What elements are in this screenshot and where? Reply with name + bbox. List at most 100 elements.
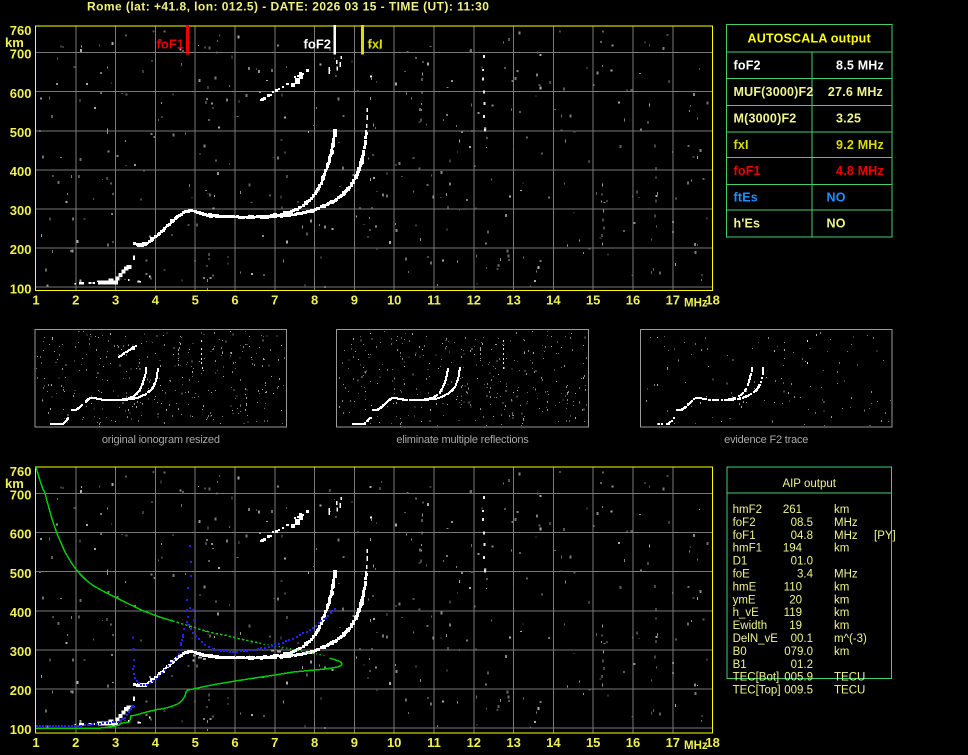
svg-text:400: 400 bbox=[10, 164, 32, 179]
svg-text:7: 7 bbox=[271, 293, 278, 308]
svg-text:13: 13 bbox=[506, 293, 520, 308]
svg-text:AIP output: AIP output bbox=[782, 478, 836, 490]
svg-text:DelN_vE: DelN_vE bbox=[733, 633, 779, 645]
svg-text:9: 9 bbox=[351, 293, 358, 308]
svg-text:1: 1 bbox=[32, 293, 39, 308]
svg-text:19: 19 bbox=[789, 620, 802, 632]
svg-text:foF2: foF2 bbox=[734, 58, 761, 72]
svg-text:km: km bbox=[834, 543, 849, 555]
svg-text:km: km bbox=[834, 581, 849, 593]
svg-text:2: 2 bbox=[72, 735, 79, 750]
svg-text:foF2: foF2 bbox=[304, 37, 331, 52]
svg-text:04.8: 04.8 bbox=[791, 530, 813, 542]
svg-text:01.0: 01.0 bbox=[791, 556, 813, 568]
svg-text:MHz: MHz bbox=[684, 298, 708, 310]
svg-text:3: 3 bbox=[112, 735, 119, 750]
svg-text:10: 10 bbox=[387, 735, 401, 750]
svg-text:4: 4 bbox=[152, 293, 160, 308]
svg-text:foF1: foF1 bbox=[734, 164, 761, 178]
svg-text:600: 600 bbox=[10, 86, 32, 101]
svg-text:hmE: hmE bbox=[733, 581, 757, 593]
svg-text:Rome (lat: +41.8, lon: 012.5): Rome (lat: +41.8, lon: 012.5) - DATE: 20… bbox=[87, 0, 489, 14]
svg-text:300: 300 bbox=[10, 644, 32, 659]
svg-text:100: 100 bbox=[10, 722, 32, 737]
svg-text:4.8 MHz: 4.8 MHz bbox=[836, 164, 884, 178]
svg-text:9.2 MHz: 9.2 MHz bbox=[836, 138, 884, 152]
svg-text:ymE: ymE bbox=[733, 594, 756, 606]
svg-text:TEC[Bot]: TEC[Bot] bbox=[733, 672, 780, 684]
svg-text:5: 5 bbox=[192, 735, 199, 750]
svg-text:009.5: 009.5 bbox=[784, 685, 813, 697]
svg-text:km: km bbox=[834, 607, 849, 619]
svg-text:10: 10 bbox=[387, 293, 401, 308]
svg-text:km: km bbox=[5, 35, 24, 50]
svg-text:6: 6 bbox=[231, 735, 238, 750]
svg-text:fxI: fxI bbox=[368, 37, 383, 52]
svg-text:2: 2 bbox=[72, 293, 79, 308]
svg-text:00.1: 00.1 bbox=[791, 633, 813, 645]
svg-text:MUF(3000)F2: MUF(3000)F2 bbox=[734, 85, 814, 99]
svg-text:km: km bbox=[834, 646, 849, 658]
svg-text:11: 11 bbox=[427, 293, 441, 308]
svg-text:h_vE: h_vE bbox=[733, 607, 760, 619]
svg-text:fxI: fxI bbox=[734, 138, 749, 152]
svg-text:eliminate multiple reflections: eliminate multiple reflections bbox=[396, 434, 529, 446]
svg-text:194: 194 bbox=[783, 543, 803, 555]
svg-text:005.9: 005.9 bbox=[784, 672, 813, 684]
svg-text:15: 15 bbox=[586, 293, 600, 308]
svg-text:foF2: foF2 bbox=[733, 517, 756, 529]
svg-text:400: 400 bbox=[10, 605, 32, 620]
svg-text:16: 16 bbox=[626, 735, 640, 750]
svg-text:8: 8 bbox=[311, 735, 318, 750]
svg-text:3.4: 3.4 bbox=[797, 569, 814, 581]
svg-text:TEC[Top]: TEC[Top] bbox=[733, 685, 781, 697]
svg-text:15: 15 bbox=[586, 735, 600, 750]
svg-text:foF1: foF1 bbox=[157, 37, 184, 52]
svg-text:079.0: 079.0 bbox=[784, 646, 813, 658]
svg-text:TECU: TECU bbox=[834, 672, 865, 684]
svg-text:km: km bbox=[834, 620, 849, 632]
svg-text:km: km bbox=[5, 476, 24, 491]
svg-text:110: 110 bbox=[784, 581, 802, 593]
svg-text:m^(-3): m^(-3) bbox=[834, 633, 867, 645]
svg-text:20: 20 bbox=[789, 594, 802, 606]
svg-text:200: 200 bbox=[10, 683, 32, 698]
svg-text:original ionogram resized: original ionogram resized bbox=[102, 434, 220, 446]
svg-text:MHz: MHz bbox=[834, 517, 858, 529]
svg-text:B1: B1 bbox=[733, 659, 747, 671]
svg-text:300: 300 bbox=[10, 203, 32, 218]
svg-text:MHz: MHz bbox=[834, 569, 858, 581]
svg-text:13: 13 bbox=[506, 735, 520, 750]
svg-text:200: 200 bbox=[10, 242, 32, 257]
svg-text:500: 500 bbox=[10, 566, 32, 581]
svg-text:12: 12 bbox=[467, 293, 481, 308]
svg-text:500: 500 bbox=[10, 125, 32, 140]
svg-text:119: 119 bbox=[784, 607, 802, 619]
svg-text:17: 17 bbox=[666, 293, 680, 308]
svg-text:MHz: MHz bbox=[684, 740, 708, 752]
svg-text:[PY]: [PY] bbox=[874, 530, 896, 542]
svg-text:12: 12 bbox=[467, 735, 481, 750]
svg-text:27.6 MHz: 27.6 MHz bbox=[828, 85, 883, 99]
svg-text:01.2: 01.2 bbox=[791, 659, 813, 671]
svg-text:AUTOSCALA output: AUTOSCALA output bbox=[748, 32, 872, 46]
svg-text:08.5: 08.5 bbox=[791, 517, 813, 529]
svg-text:7: 7 bbox=[271, 735, 278, 750]
svg-text:M(3000)F2: M(3000)F2 bbox=[734, 112, 797, 126]
svg-text:MHz: MHz bbox=[834, 530, 858, 542]
svg-text:600: 600 bbox=[10, 527, 32, 542]
svg-text:km: km bbox=[834, 504, 849, 516]
svg-text:8.5 MHz: 8.5 MHz bbox=[836, 58, 884, 72]
svg-text:km: km bbox=[834, 594, 849, 606]
svg-text:14: 14 bbox=[546, 293, 561, 308]
svg-text:8: 8 bbox=[311, 293, 318, 308]
svg-text:4: 4 bbox=[152, 735, 160, 750]
svg-text:5: 5 bbox=[192, 293, 199, 308]
svg-text:11: 11 bbox=[427, 735, 441, 750]
svg-text:h'Es: h'Es bbox=[734, 217, 761, 231]
svg-text:1: 1 bbox=[32, 735, 39, 750]
svg-text:hmF2: hmF2 bbox=[733, 504, 762, 516]
svg-text:6: 6 bbox=[231, 293, 238, 308]
svg-text:3: 3 bbox=[112, 293, 119, 308]
svg-text:D1: D1 bbox=[733, 556, 748, 568]
